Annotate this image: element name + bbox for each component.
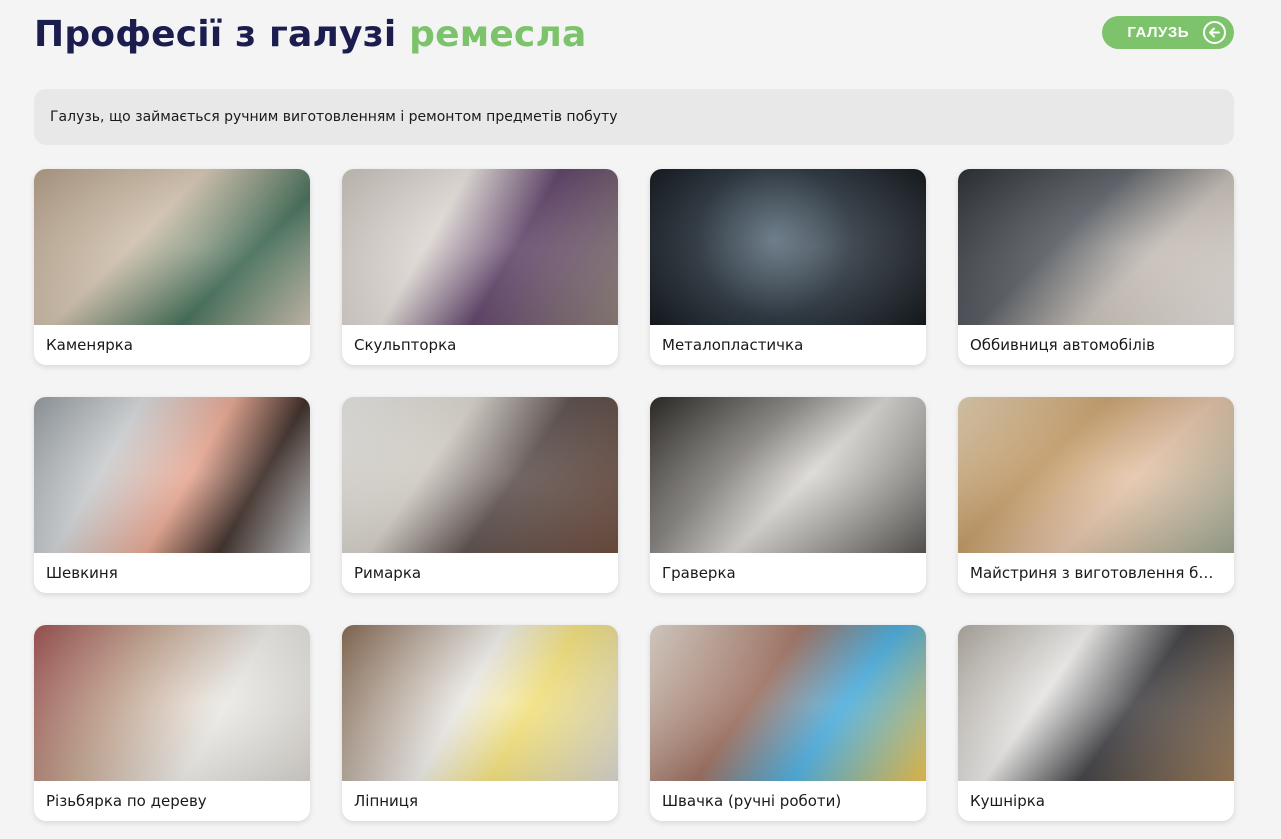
profession-grid: Каменярка Скульпторка Металопластичка Об… xyxy=(34,169,1234,821)
profession-photo xyxy=(34,397,310,553)
profession-photo xyxy=(342,169,618,325)
profession-card[interactable]: Кушнірка xyxy=(958,625,1234,821)
profession-card[interactable]: Шевкиня xyxy=(34,397,310,593)
profession-card[interactable]: Римарка xyxy=(342,397,618,593)
profession-card[interactable]: Оббивниця автомобілів xyxy=(958,169,1234,365)
industry-description: Галузь, що займається ручним виготовленн… xyxy=(34,89,1234,145)
profession-label: Різьбярка по дереву xyxy=(46,792,207,810)
page-title-main: Професії з галузі xyxy=(34,14,397,55)
profession-label: Майстриня з виготовлення бур... xyxy=(970,564,1232,582)
profession-label: Граверка xyxy=(662,564,736,582)
profession-label: Металопластичка xyxy=(662,336,804,354)
page-title: Професії з галузі ремесла xyxy=(34,12,587,58)
profession-card[interactable]: Металопластичка xyxy=(650,169,926,365)
profession-card[interactable]: Майстриня з виготовлення бур... xyxy=(958,397,1234,593)
profession-photo xyxy=(650,625,926,781)
profession-card[interactable]: Ліпниця xyxy=(342,625,618,821)
profession-photo xyxy=(650,169,926,325)
profession-label: Шевкиня xyxy=(46,564,118,582)
industry-button[interactable]: ГАЛУЗЬ xyxy=(1102,16,1234,49)
profession-label: Ліпниця xyxy=(354,792,419,810)
profession-photo xyxy=(958,169,1234,325)
profession-photo xyxy=(342,625,618,781)
profession-card[interactable]: Різьбярка по дереву xyxy=(34,625,310,821)
profession-card[interactable]: Граверка xyxy=(650,397,926,593)
profession-label: Скульпторка xyxy=(354,336,457,354)
profession-label: Швачка (ручні роботи) xyxy=(662,792,842,810)
profession-label: Кушнірка xyxy=(970,792,1045,810)
profession-label: Римарка xyxy=(354,564,422,582)
arrow-left-circle-icon xyxy=(1203,21,1226,44)
profession-photo xyxy=(34,625,310,781)
profession-card[interactable]: Швачка (ручні роботи) xyxy=(650,625,926,821)
industry-button-label: ГАЛУЗЬ xyxy=(1127,24,1189,41)
profession-label: Каменярка xyxy=(46,336,133,354)
profession-photo xyxy=(958,625,1234,781)
profession-photo xyxy=(958,397,1234,553)
profession-photo xyxy=(342,397,618,553)
profession-photo xyxy=(650,397,926,553)
profession-card[interactable]: Каменярка xyxy=(34,169,310,365)
profession-photo xyxy=(34,169,310,325)
profession-label: Оббивниця автомобілів xyxy=(970,336,1155,354)
page-title-accent: ремесла xyxy=(409,14,587,55)
page: Професії з галузі ремесла ГАЛУЗЬ Галузь,… xyxy=(0,0,1281,839)
profession-card[interactable]: Скульпторка xyxy=(342,169,618,365)
